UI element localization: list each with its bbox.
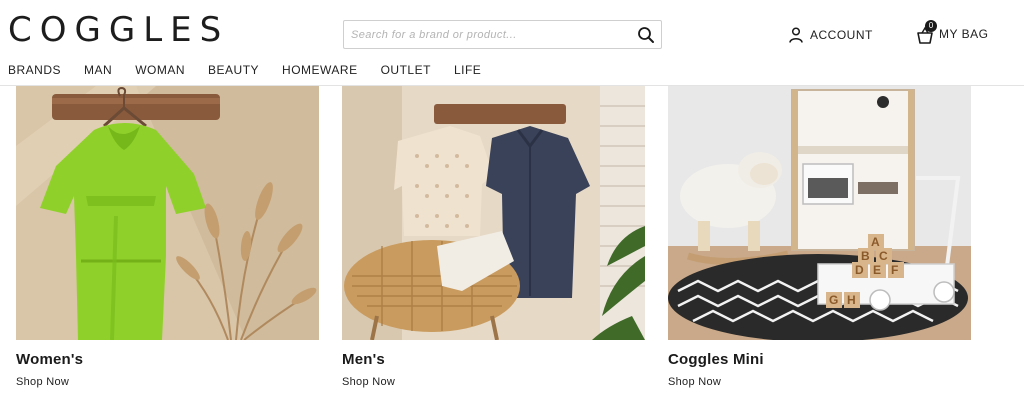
svg-text:D: D — [855, 263, 864, 277]
shop-now-link[interactable]: Shop Now — [342, 376, 395, 388]
svg-text:C: C — [879, 249, 888, 263]
coggles-mini-category-image[interactable]: A B C D E F G H — [668, 86, 971, 340]
category-card-mens[interactable]: Men's Shop Now — [342, 86, 645, 388]
shop-now-link[interactable]: Shop Now — [668, 376, 721, 388]
nav-item-brands[interactable]: BRANDS — [8, 62, 61, 78]
coggles-logo[interactable]: COGGLES — [8, 10, 229, 50]
nav-item-woman[interactable]: WOMAN — [135, 62, 185, 78]
svg-text:A: A — [871, 235, 880, 249]
account-link[interactable]: ACCOUNT — [789, 26, 873, 44]
basket-icon: 0 — [916, 20, 937, 44]
nav-item-life[interactable]: LIFE — [454, 62, 481, 78]
card-title[interactable]: Men's — [342, 351, 385, 368]
category-card-womens[interactable]: Women's Shop Now — [16, 86, 319, 388]
main-nav: BRANDS MAN WOMAN BEAUTY HOMEWARE OUTLET … — [8, 62, 504, 78]
nav-item-man[interactable]: MAN — [84, 62, 112, 78]
womens-category-image[interactable] — [16, 86, 319, 340]
svg-text:G: G — [829, 293, 838, 307]
mens-category-image[interactable] — [342, 86, 645, 340]
card-title[interactable]: Women's — [16, 351, 83, 368]
card-title[interactable]: Coggles Mini — [668, 351, 764, 368]
svg-text:E: E — [873, 263, 881, 277]
search-bar — [343, 20, 662, 49]
nav-item-beauty[interactable]: BEAUTY — [208, 62, 259, 78]
nav-item-homeware[interactable]: HOMEWARE — [282, 62, 358, 78]
bag-count-badge: 0 — [925, 20, 937, 32]
account-label: ACCOUNT — [810, 28, 873, 42]
site-header: COGGLES ACCOUNT 0 MY BAG B — [0, 0, 1024, 86]
shop-now-link[interactable]: Shop Now — [16, 376, 69, 388]
my-bag-label: MY BAG — [939, 27, 989, 41]
nav-item-outlet[interactable]: OUTLET — [381, 62, 431, 78]
user-icon — [789, 27, 803, 43]
category-card-coggles-mini[interactable]: A B C D E F G H Coggles Mini Shop Now — [668, 86, 971, 388]
my-bag-link[interactable]: 0 MY BAG — [916, 20, 989, 44]
search-input[interactable] — [344, 21, 624, 48]
svg-text:H: H — [847, 293, 856, 307]
svg-text:F: F — [891, 263, 898, 277]
svg-text:B: B — [861, 249, 870, 263]
search-icon[interactable] — [637, 26, 655, 44]
